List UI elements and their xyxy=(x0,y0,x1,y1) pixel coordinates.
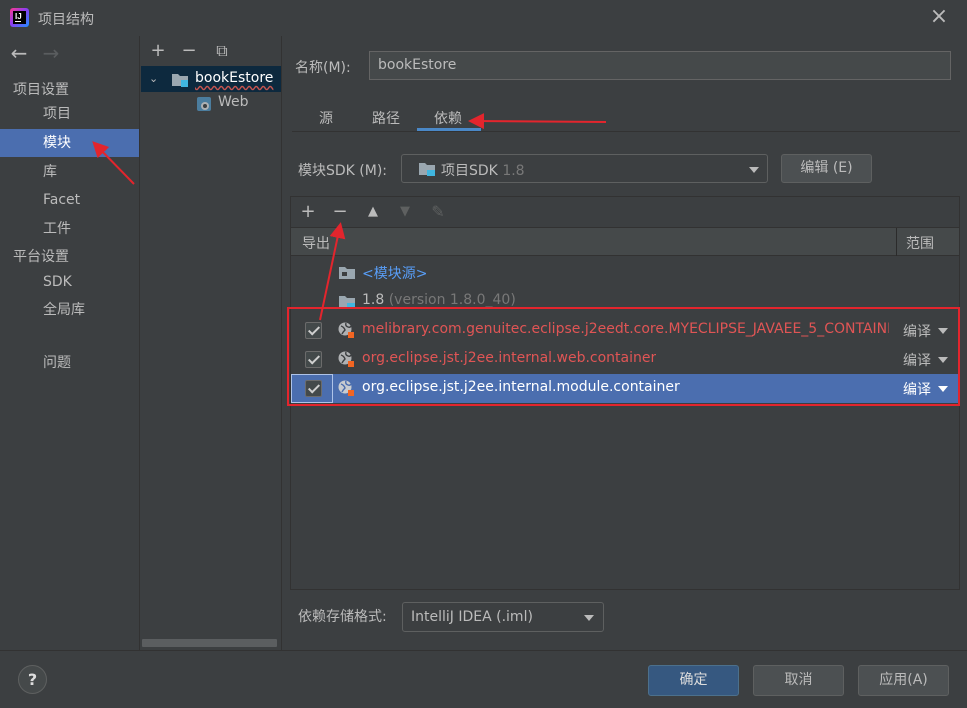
module-tree-panel: + − ⧉ ⌄ bookEstore Web xyxy=(141,36,282,650)
storage-format-value: IntelliJ IDEA (.iml) xyxy=(411,609,533,625)
cancel-button[interactable]: 取消 xyxy=(753,665,844,696)
sdk-selected-value: 项目SDK 1.8 xyxy=(441,163,525,179)
move-up-icon[interactable]: ▲ xyxy=(361,200,385,224)
module-name-label: 名称(M): xyxy=(295,60,351,76)
tree-node-label: Web xyxy=(218,94,249,110)
web-facet-icon xyxy=(197,97,211,111)
tab-dependencies[interactable]: 依赖 xyxy=(434,108,462,128)
table-row[interactable]: <模块源> xyxy=(291,258,959,287)
nav-item-global-libraries[interactable]: 全局库 xyxy=(0,296,139,324)
footer-divider xyxy=(0,650,967,651)
storage-format-dropdown[interactable]: IntelliJ IDEA (.iml) xyxy=(402,602,604,632)
chevron-down-icon xyxy=(584,615,594,621)
storage-format-label: 依赖存储格式: xyxy=(298,609,387,625)
nav-item-project[interactable]: 项目 xyxy=(0,100,139,128)
nav-item-sdks[interactable]: SDK xyxy=(0,268,139,296)
dependency-name: 1.8 (version 1.8.0_40) xyxy=(362,292,516,308)
window-title: 项目结构 xyxy=(38,12,94,28)
section-platform-settings: 平台设置 xyxy=(13,249,69,265)
nav-item-modules[interactable]: 模块 xyxy=(0,129,139,157)
copy-icon[interactable]: ⧉ xyxy=(211,40,233,62)
table-header: 导出 范围 xyxy=(291,227,959,256)
module-sdk-dropdown[interactable]: 项目SDK 1.8 xyxy=(401,154,768,183)
tree-node-label: bookEstore xyxy=(195,70,274,86)
nav-item-facets[interactable]: Facet xyxy=(0,186,139,214)
tab-sources[interactable]: 源 xyxy=(319,108,333,128)
column-divider[interactable] xyxy=(896,228,897,256)
ok-button[interactable]: 确定 xyxy=(648,665,739,696)
close-icon[interactable]: × xyxy=(928,6,950,28)
nav-item-artifacts[interactable]: 工件 xyxy=(0,215,139,243)
move-down-icon[interactable]: ▼ xyxy=(393,200,417,224)
tab-divider xyxy=(292,131,960,132)
intellij-app-icon: IJ xyxy=(10,8,29,27)
forward-arrow-icon[interactable]: → xyxy=(39,41,63,65)
chevron-down-icon[interactable]: ⌄ xyxy=(149,72,158,85)
module-sdk-label: 模块SDK (M): xyxy=(298,163,388,179)
horizontal-scrollbar[interactable] xyxy=(142,639,277,647)
column-header-export[interactable]: 导出 xyxy=(302,233,330,253)
sdk-version: 1.8 xyxy=(502,163,525,179)
edit-sdk-button[interactable]: 编辑 (E) xyxy=(781,154,872,183)
column-header-scope[interactable]: 范围 xyxy=(906,233,934,253)
apply-button[interactable]: 应用(A) xyxy=(858,665,949,696)
sdk-folder-icon xyxy=(419,163,435,176)
annotation-highlight-box xyxy=(287,307,960,406)
remove-dependency-icon[interactable]: − xyxy=(328,200,352,224)
nav-item-libraries[interactable]: 库 xyxy=(0,158,139,186)
chevron-down-icon xyxy=(749,167,759,173)
tab-paths[interactable]: 路径 xyxy=(372,108,400,128)
remove-icon[interactable]: − xyxy=(178,40,200,62)
dependencies-toolbar: + − ▲ ▼ ✎ xyxy=(291,197,959,227)
add-dependency-icon[interactable]: + xyxy=(296,200,320,224)
module-name-input[interactable]: bookEstore xyxy=(369,51,951,80)
module-folder-icon xyxy=(172,74,188,87)
settings-nav-panel: ← → 项目设置 项目 模块 库 Facet 工件 平台设置 SDK 全局库 问… xyxy=(0,36,140,650)
help-button[interactable]: ? xyxy=(18,665,47,694)
add-icon[interactable]: + xyxy=(147,40,169,62)
edit-pencil-icon[interactable]: ✎ xyxy=(426,200,450,224)
back-arrow-icon[interactable]: ← xyxy=(7,41,31,65)
tree-node-web-facet[interactable]: Web xyxy=(141,92,281,116)
dependency-name: <模块源> xyxy=(362,266,428,282)
title-bar: IJ 项目结构 × xyxy=(0,0,967,36)
tree-node-module[interactable]: ⌄ bookEstore xyxy=(141,66,281,92)
section-project-settings: 项目设置 xyxy=(13,82,69,98)
nav-item-problems[interactable]: 问题 xyxy=(0,349,139,377)
folder-icon xyxy=(339,267,355,279)
